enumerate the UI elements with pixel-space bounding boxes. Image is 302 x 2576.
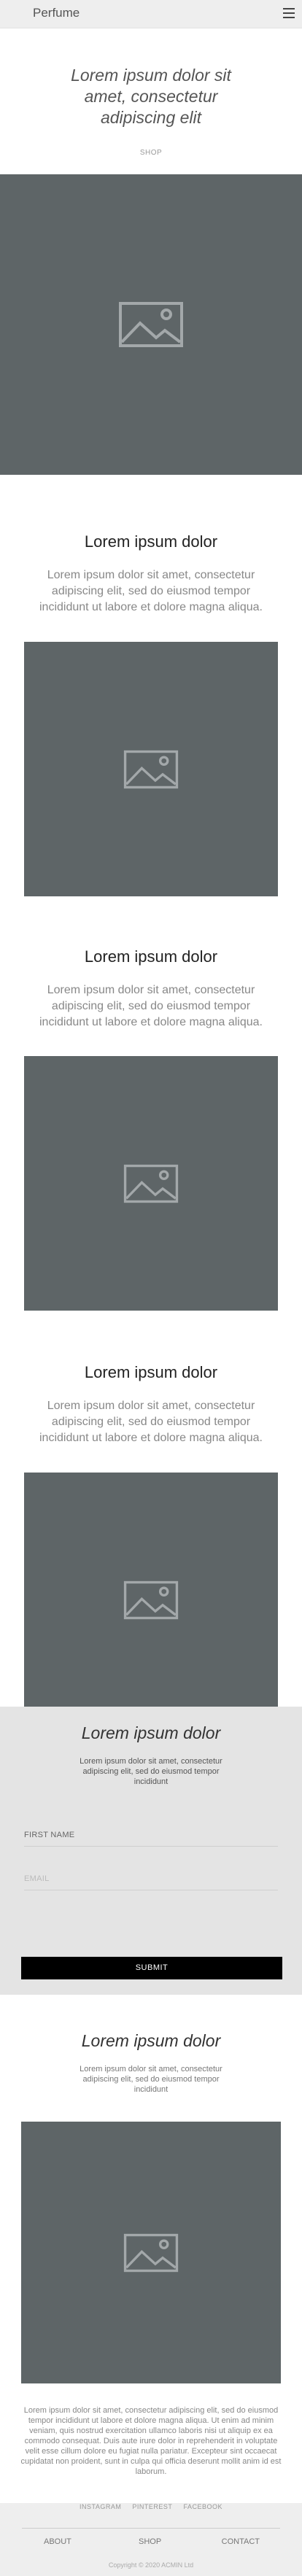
first-name-field[interactable]: FIRST NAME bbox=[24, 1822, 278, 1847]
section-title: Lorem ipsum dolor bbox=[84, 947, 218, 966]
closing-body: Lorem ipsum dolor sit amet, consectetur … bbox=[20, 2406, 282, 2476]
section-image bbox=[24, 1473, 278, 1727]
top-bar: Perfume bbox=[0, 0, 302, 28]
section-text: Lorem ipsum dolor sit amet, consectetur … bbox=[39, 569, 263, 613]
social-links: INSTAGRAM PINTEREST FACEBOOK bbox=[0, 2503, 302, 2510]
footer-nav-contact[interactable]: CONTACT bbox=[222, 2537, 260, 2546]
hamburger-icon[interactable] bbox=[283, 8, 295, 18]
copyright: Copyright © 2020 ACMIN Ltd bbox=[108, 2561, 194, 2569]
shop-link[interactable]: SHOP bbox=[29, 149, 273, 157]
closing-lead: Lorem ipsum dolor sit amet, consectetur … bbox=[80, 2065, 222, 2094]
closing-title: Lorem ipsum dolor bbox=[81, 2031, 221, 2050]
image-placeholder-icon bbox=[123, 750, 179, 788]
image-placeholder-icon bbox=[119, 302, 183, 347]
hero-image bbox=[0, 174, 302, 475]
brand-name[interactable]: Perfume bbox=[33, 6, 80, 20]
footer-nav-shop[interactable]: SHOP bbox=[139, 2537, 161, 2546]
section-text: Lorem ipsum dolor sit amet, consectetur … bbox=[39, 984, 263, 1028]
closing-image bbox=[21, 2122, 281, 2383]
form-text: Lorem ipsum dolor sit amet, consectetur … bbox=[80, 1757, 222, 1786]
section-title: Lorem ipsum dolor bbox=[84, 1363, 218, 1381]
hero-title: Lorem ipsum dolor sit amet, consectetur … bbox=[71, 66, 231, 127]
section-title: Lorem ipsum dolor bbox=[84, 532, 218, 551]
image-placeholder-icon bbox=[123, 1164, 179, 1203]
pinterest-link[interactable]: PINTEREST bbox=[132, 2503, 172, 2510]
footer-nav-about[interactable]: ABOUT bbox=[44, 2537, 71, 2546]
facebook-link[interactable]: FACEBOOK bbox=[183, 2503, 222, 2510]
form-title: Lorem ipsum dolor bbox=[81, 1723, 221, 1742]
footer: INSTAGRAM PINTEREST FACEBOOK ABOUT SHOP … bbox=[0, 2503, 302, 2576]
image-placeholder-icon bbox=[123, 2233, 179, 2272]
feature-section-2: Lorem ipsum dolor Lorem ipsum dolor sit … bbox=[0, 947, 302, 1311]
closing-section: Lorem ipsum dolor Lorem ipsum dolor sit … bbox=[0, 1995, 302, 2476]
section-image bbox=[24, 1056, 278, 1311]
section-text: Lorem ipsum dolor sit amet, consectetur … bbox=[39, 1400, 263, 1444]
email-field[interactable]: EMAIL bbox=[24, 1866, 278, 1890]
submit-button[interactable]: SUBMIT bbox=[21, 1957, 282, 1979]
hero: Lorem ipsum dolor sit amet, consectetur … bbox=[0, 28, 302, 157]
signup-form: Lorem ipsum dolor Lorem ipsum dolor sit … bbox=[0, 1707, 302, 1995]
section-image bbox=[24, 642, 278, 896]
instagram-link[interactable]: INSTAGRAM bbox=[80, 2503, 121, 2510]
image-placeholder-icon bbox=[123, 1580, 179, 1619]
footer-nav: ABOUT SHOP CONTACT bbox=[22, 2528, 280, 2558]
feature-section-1: Lorem ipsum dolor Lorem ipsum dolor sit … bbox=[0, 532, 302, 896]
feature-section-3: Lorem ipsum dolor Lorem ipsum dolor sit … bbox=[0, 1363, 302, 1727]
